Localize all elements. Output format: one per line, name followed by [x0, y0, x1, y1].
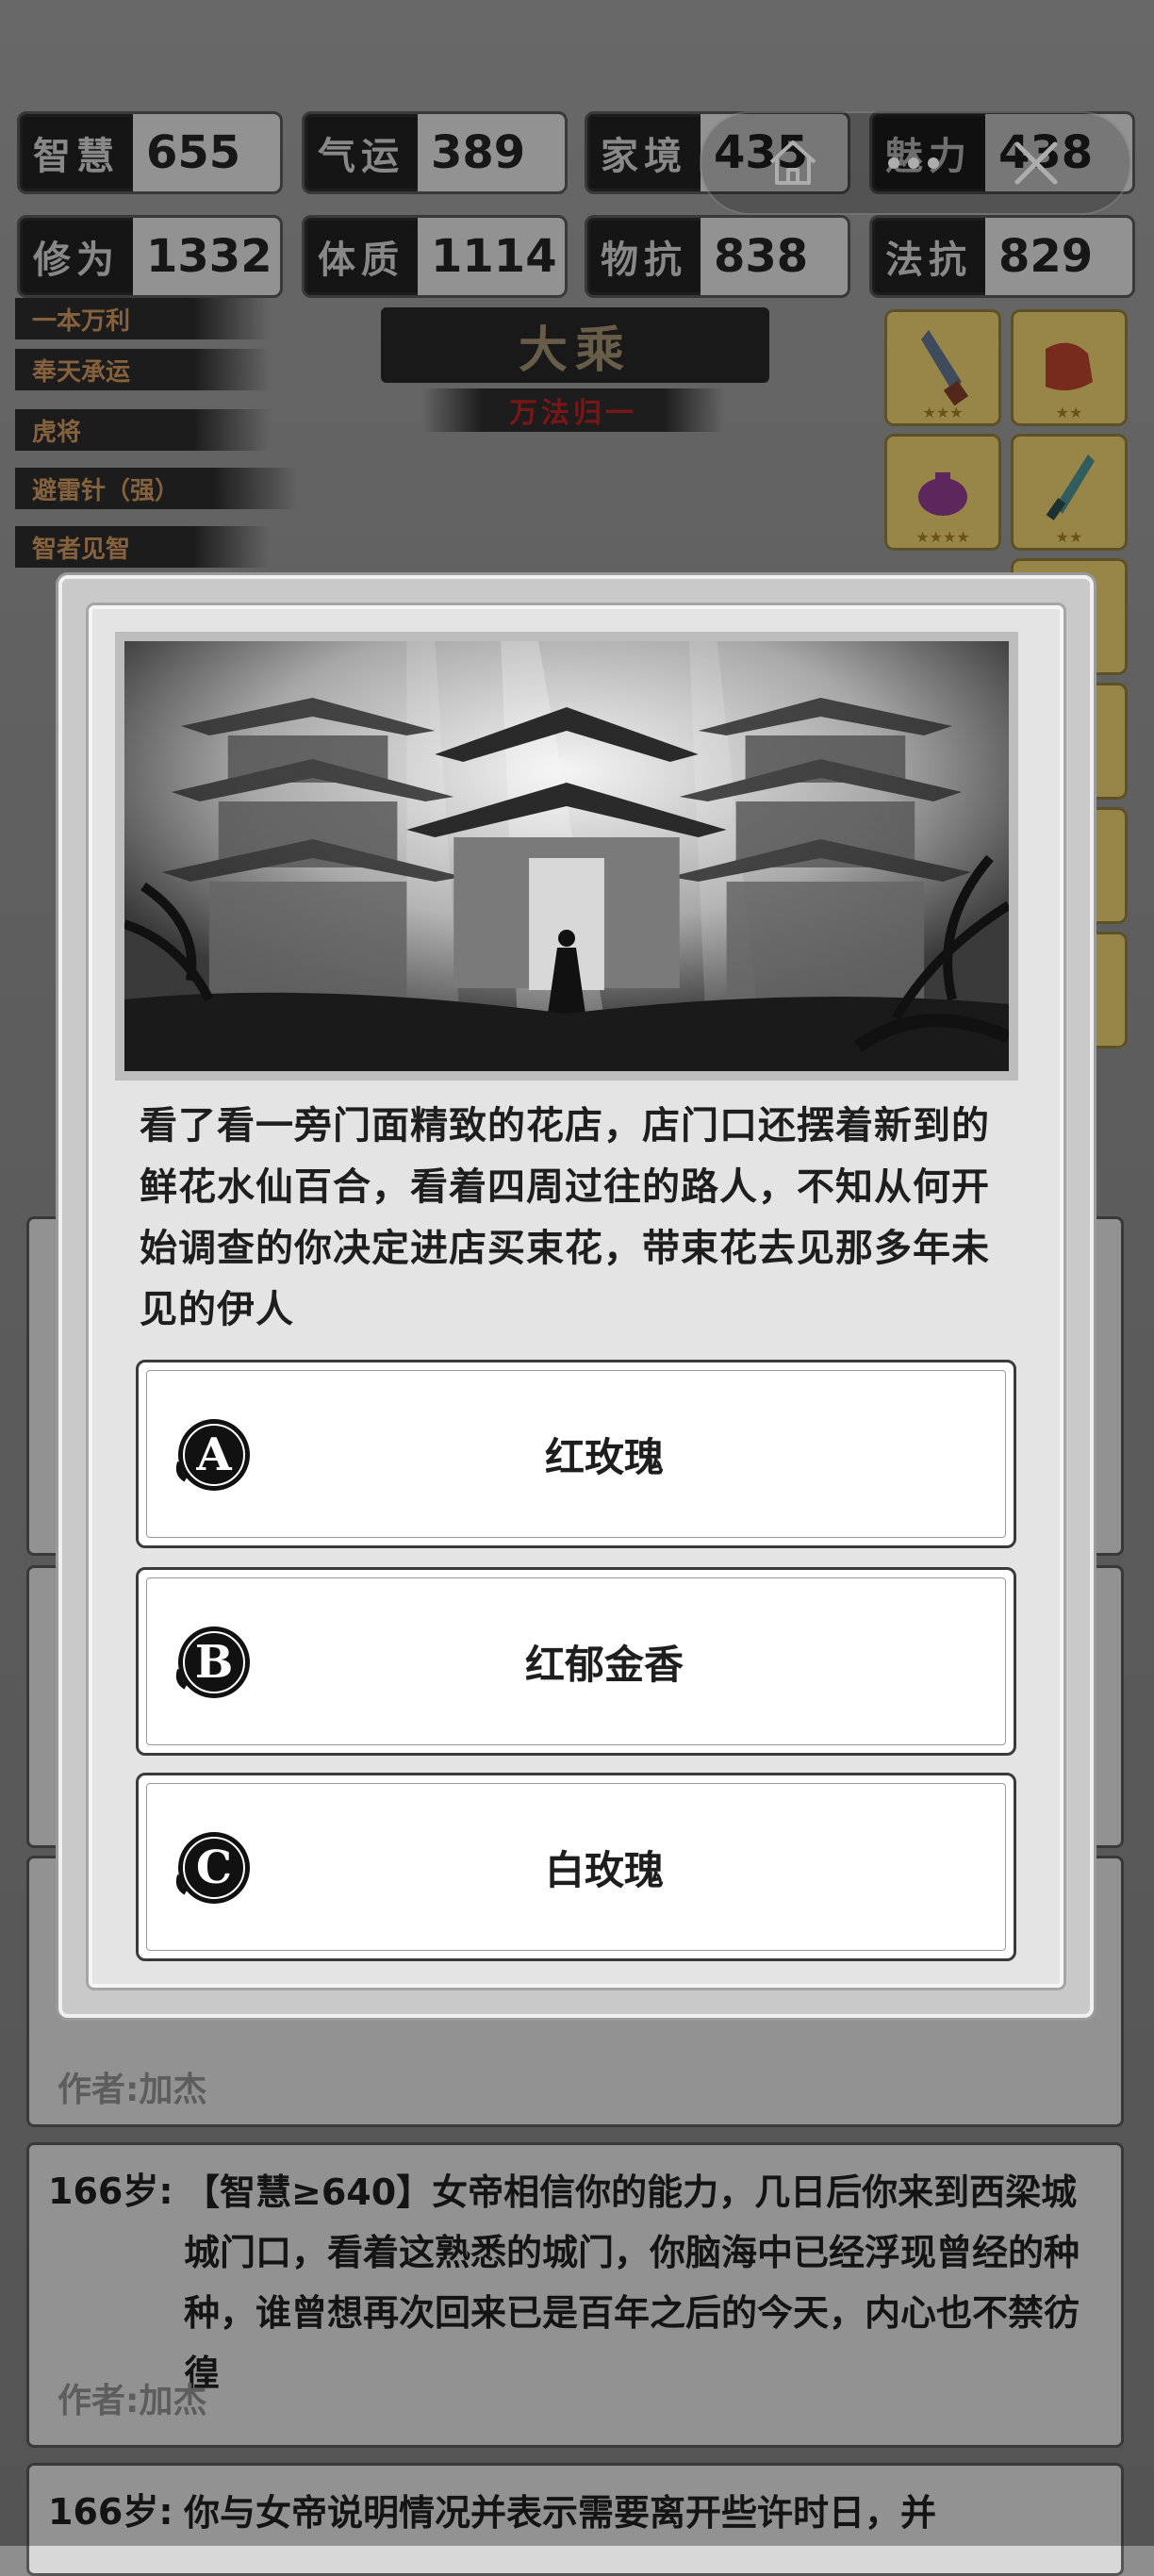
option-b-badge-icon: [175, 1627, 250, 1698]
option-b-button[interactable]: B 红郁金香: [136, 1567, 1016, 1756]
option-b-label: 红郁金香: [524, 1641, 684, 1688]
option-c-label: 白玫瑰: [544, 1846, 664, 1893]
event-modal: 看了看一旁门面精致的花店，店门口还摆着新到的鲜花水仙百合，看着四周过往的路人，不…: [58, 575, 1094, 2018]
option-a-badge-icon: [175, 1419, 250, 1491]
option-c-letter: C: [195, 1841, 233, 1894]
option-a-button[interactable]: A 红玫瑰: [136, 1360, 1016, 1548]
option-b-letter: B: [194, 1636, 234, 1689]
option-a-label: 红玫瑰: [544, 1433, 664, 1480]
option-a-letter: A: [196, 1428, 232, 1481]
event-illustration: [115, 632, 1018, 1081]
option-c-button[interactable]: C 白玫瑰: [136, 1773, 1016, 1961]
event-story-text: 看了看一旁门面精致的花店，店门口还摆着新到的鲜花水仙百合，看着四周过往的路人，不…: [140, 1104, 990, 1331]
temple-scene-image: [124, 641, 1009, 1071]
option-c-badge-icon: [175, 1832, 250, 1904]
